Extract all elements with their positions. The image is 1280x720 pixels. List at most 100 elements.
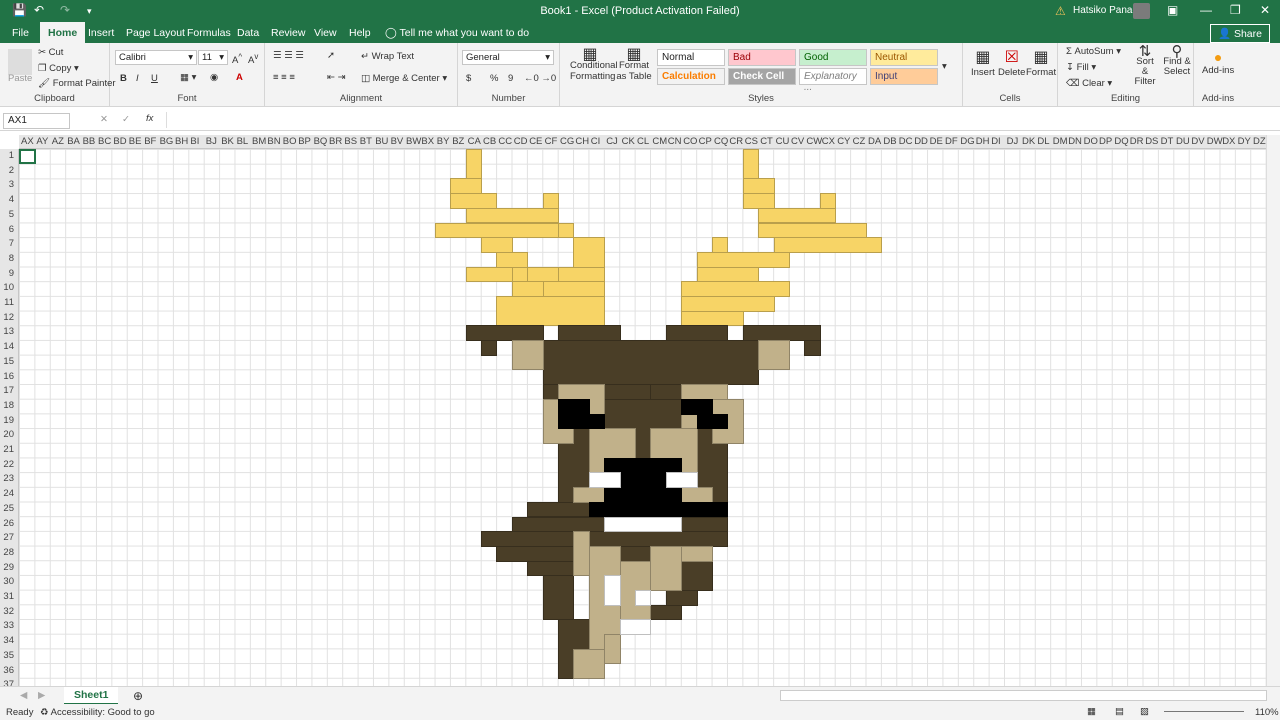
painted-cells[interactable] <box>542 340 760 386</box>
painted-cells[interactable] <box>681 545 713 562</box>
column-header[interactable]: BQ <box>314 136 328 147</box>
painted-cells[interactable] <box>558 413 575 430</box>
row-header[interactable]: 36 <box>3 665 14 676</box>
cut-button[interactable]: ✂ Cut <box>38 47 63 58</box>
row-header[interactable]: 37 <box>3 679 14 686</box>
column-header[interactable]: BY <box>437 136 450 147</box>
row-header[interactable]: 4 <box>9 194 14 205</box>
column-header[interactable]: BR <box>329 136 342 147</box>
column-header[interactable]: DN <box>1068 136 1082 147</box>
painted-cells[interactable] <box>619 619 652 636</box>
row-header[interactable]: 6 <box>9 224 14 235</box>
painted-cells[interactable] <box>481 237 513 253</box>
column-header[interactable]: DO <box>1084 136 1098 147</box>
percent-button[interactable]: % <box>490 73 498 84</box>
ribbon-display-icon[interactable]: ▣ <box>1167 3 1178 17</box>
column-header[interactable]: CK <box>622 136 635 147</box>
avatar[interactable] <box>1133 3 1150 19</box>
font-color-icon[interactable]: A <box>236 72 243 83</box>
painted-cells[interactable] <box>696 266 760 283</box>
painted-cells[interactable] <box>742 325 821 342</box>
column-header[interactable]: DR <box>1130 136 1144 147</box>
align-left-icon[interactable]: ≡ ≡ ≡ <box>273 72 295 83</box>
column-header[interactable]: CI <box>591 136 601 147</box>
row-header[interactable]: 5 <box>9 209 14 220</box>
tab-page-layout[interactable]: Page Layout <box>126 27 185 39</box>
column-header[interactable]: DS <box>1145 136 1158 147</box>
grow-font-icon[interactable]: A^ <box>232 52 242 66</box>
row-header[interactable]: 31 <box>3 591 14 602</box>
row-header[interactable]: 10 <box>3 282 14 293</box>
decimal-icon[interactable]: ←0 →0 <box>524 73 556 84</box>
painted-cells[interactable] <box>804 340 821 356</box>
wrap-text-button[interactable]: ↵ Wrap Text <box>361 51 414 62</box>
row-header[interactable]: 1 <box>9 150 14 161</box>
column-header[interactable]: BM <box>252 136 266 147</box>
column-header[interactable]: DI <box>991 136 1001 147</box>
currency-button[interactable]: $ <box>466 73 471 84</box>
painted-cells[interactable] <box>481 531 729 547</box>
underline-button[interactable]: U <box>151 73 158 84</box>
row-header[interactable]: 28 <box>3 547 14 558</box>
painted-cells[interactable] <box>681 296 775 312</box>
indent-icon[interactable]: ⇤ ⇥ <box>327 72 346 83</box>
font-size-select[interactable]: 11 ▾ <box>198 50 228 65</box>
row-header[interactable]: 32 <box>3 606 14 617</box>
painted-cells[interactable] <box>573 648 606 680</box>
painted-cells[interactable] <box>742 193 775 209</box>
column-header[interactable]: BV <box>391 136 404 147</box>
column-header[interactable]: AY <box>36 136 48 147</box>
row-header[interactable]: 13 <box>3 326 14 337</box>
painted-cells[interactable] <box>758 340 790 371</box>
column-header[interactable]: DY <box>1238 136 1251 147</box>
conditional-formatting-button[interactable]: ▦ Conditional Formatting <box>570 47 618 83</box>
column-header[interactable]: CW <box>806 136 822 147</box>
painted-cells[interactable] <box>681 310 744 327</box>
tab-home[interactable]: Home <box>40 22 86 43</box>
insert-cells-button[interactable]: ▦ Insert <box>971 47 995 78</box>
row-header[interactable]: 26 <box>3 518 14 529</box>
painted-cells[interactable] <box>588 472 621 489</box>
column-header[interactable]: CF <box>545 136 558 147</box>
column-header[interactable]: CA <box>468 136 481 147</box>
row-header[interactable]: 22 <box>3 459 14 470</box>
close-icon[interactable]: ✕ <box>1260 3 1270 17</box>
painted-cells[interactable] <box>635 590 652 606</box>
column-header[interactable]: DK <box>1022 136 1035 147</box>
row-header[interactable]: 8 <box>9 253 14 264</box>
painted-cells[interactable] <box>665 472 698 489</box>
column-header[interactable]: CZ <box>853 136 866 147</box>
column-header[interactable]: CG <box>560 136 574 147</box>
row-header[interactable]: 21 <box>3 444 14 455</box>
merge-center-button[interactable]: ◫ Merge & Center ▾ <box>361 73 447 84</box>
column-header[interactable]: CE <box>529 136 542 147</box>
share-button[interactable]: 👤 Share <box>1209 24 1270 43</box>
scroll-left-icon[interactable]: ◀ <box>20 690 27 701</box>
fill-color-icon[interactable]: ◉ <box>210 72 218 83</box>
cancel-icon[interactable]: ✕ <box>100 114 108 125</box>
style-bad[interactable]: Bad <box>728 49 796 66</box>
painted-cells[interactable] <box>758 207 837 224</box>
column-header[interactable]: CB <box>483 136 496 147</box>
column-header[interactable]: BU <box>375 136 388 147</box>
painted-cells[interactable] <box>573 413 606 430</box>
tab-insert[interactable]: Insert <box>88 27 114 39</box>
column-header[interactable]: CP <box>699 136 712 147</box>
borders-icon[interactable]: ▦ ▾ <box>180 72 196 83</box>
column-header[interactable]: BT <box>360 136 372 147</box>
painted-cells[interactable] <box>465 149 482 180</box>
style-neutral[interactable]: Neutral <box>870 49 938 66</box>
tab-file[interactable]: File <box>12 27 29 39</box>
painted-cells[interactable] <box>604 634 621 665</box>
column-header[interactable]: DG <box>960 136 974 147</box>
row-header[interactable]: 17 <box>3 385 14 396</box>
paste-icon[interactable] <box>8 49 32 75</box>
row-header[interactable]: 27 <box>3 532 14 543</box>
painted-cells[interactable] <box>681 281 790 297</box>
style-input[interactable]: Input <box>870 68 938 85</box>
zoom-level[interactable]: 110% <box>1255 707 1279 718</box>
horizontal-scrollbar[interactable] <box>780 690 1267 701</box>
painted-cells[interactable] <box>434 222 559 239</box>
enter-icon[interactable]: ✓ <box>122 114 130 125</box>
cell-grid[interactable] <box>19 149 1266 686</box>
